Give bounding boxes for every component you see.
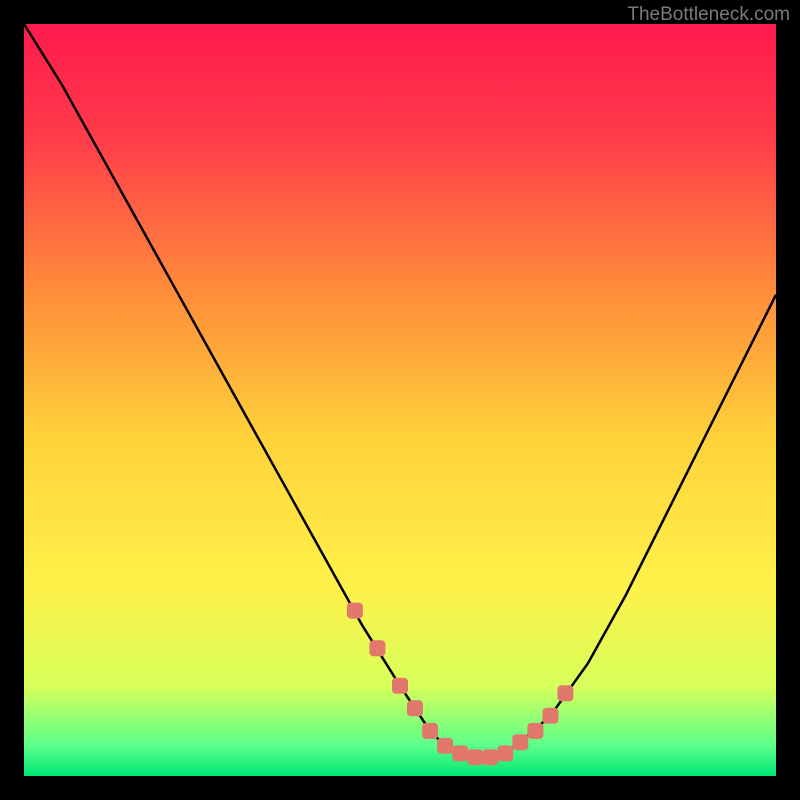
marker-point	[527, 723, 543, 739]
marker-point	[422, 723, 438, 739]
plot-area	[24, 24, 776, 776]
marker-point	[557, 685, 573, 701]
marker-group	[347, 603, 574, 766]
marker-point	[347, 603, 363, 619]
marker-point	[542, 708, 558, 724]
curve-svg	[24, 24, 776, 776]
marker-point	[452, 745, 468, 761]
watermark-text: TheBottleneck.com	[627, 4, 790, 26]
curve-line	[24, 24, 776, 757]
marker-point	[512, 734, 528, 750]
marker-point	[369, 640, 385, 656]
marker-point	[467, 749, 483, 765]
marker-point	[497, 745, 513, 761]
marker-point	[482, 749, 498, 765]
marker-point	[437, 738, 453, 754]
marker-point	[407, 700, 423, 716]
marker-point	[392, 678, 408, 694]
